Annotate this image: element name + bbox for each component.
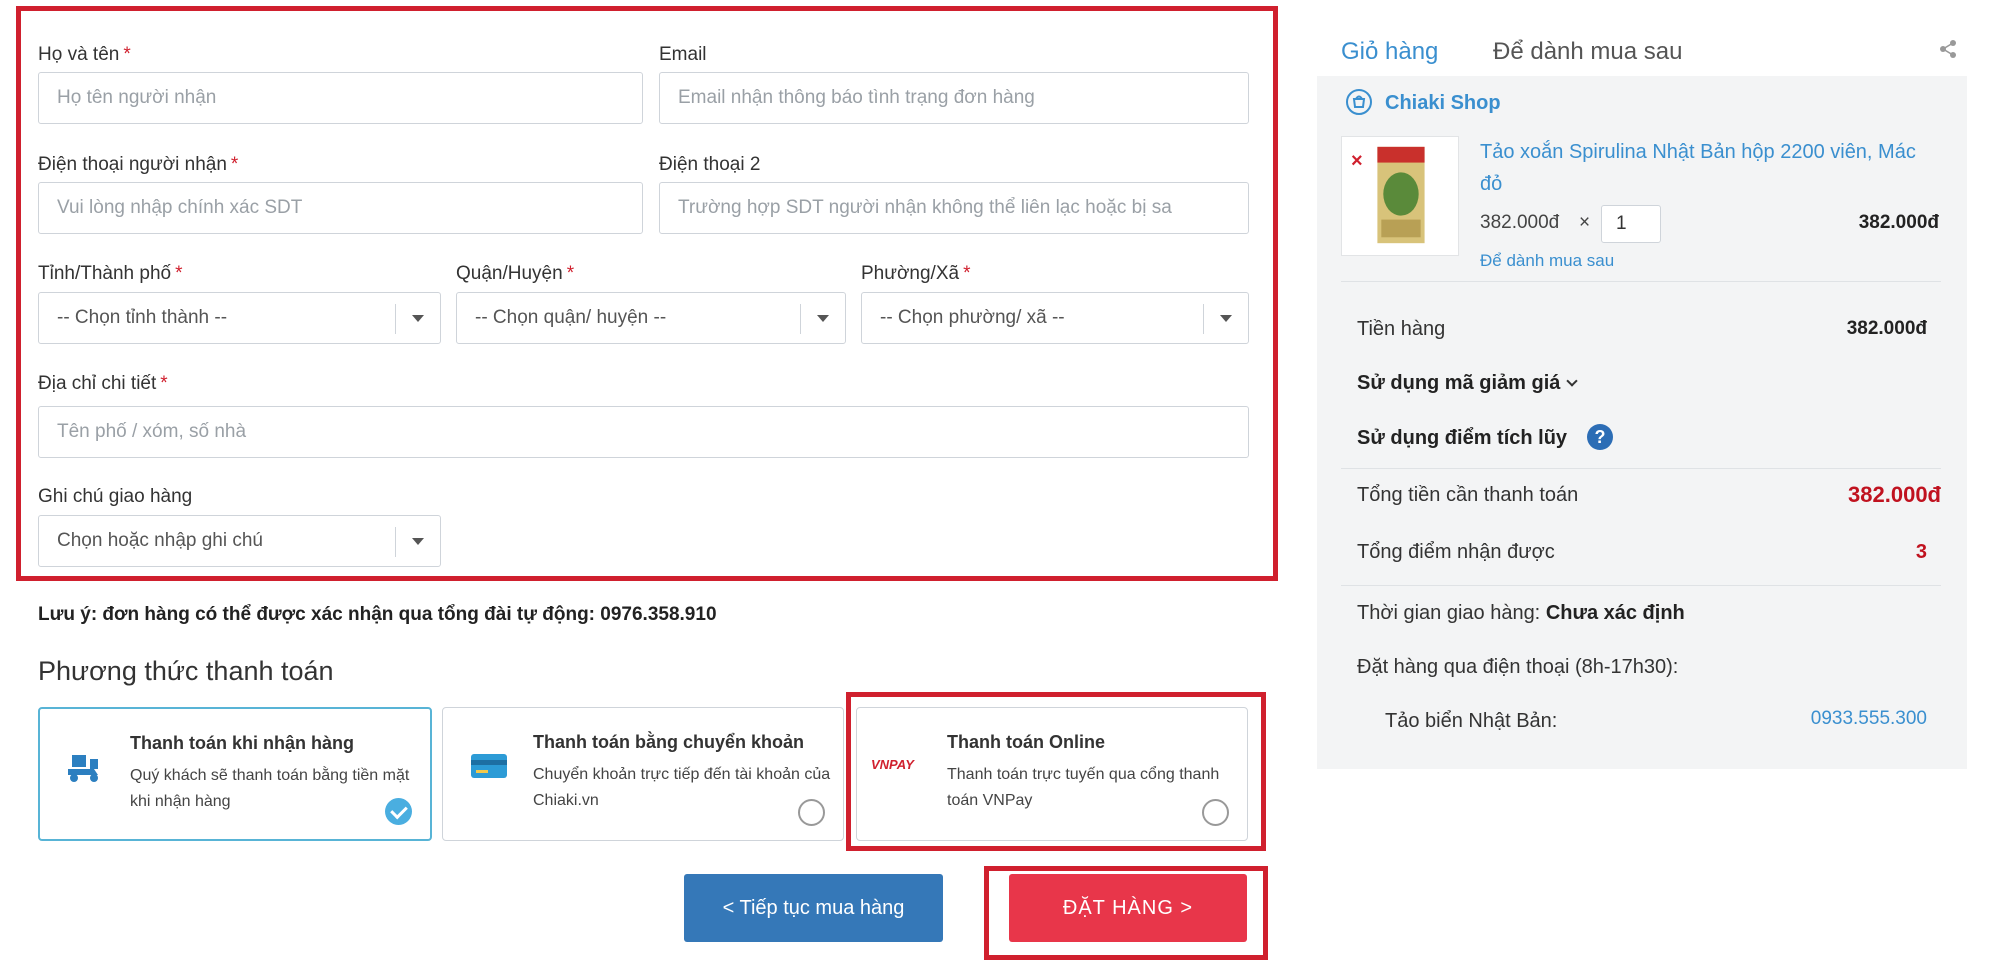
phone2-placeholder: Trường hợp SDT người nhận không thể liên… — [678, 197, 1172, 218]
payment-option-title: Thanh toán khi nhận hàng — [130, 733, 354, 753]
district-select[interactable]: -- Chọn quận/ huyện -- — [456, 292, 846, 344]
continue-shopping-button[interactable]: < Tiếp tục mua hàng — [684, 874, 943, 942]
select-divider — [800, 304, 801, 334]
place-order-button[interactable]: ĐẶT HÀNG > — [1009, 874, 1247, 942]
phone-placeholder: Vui lòng nhập chính xác SDT — [57, 197, 303, 218]
email-input[interactable]: Email nhận thông báo tình trạng đơn hàng — [659, 72, 1249, 124]
save-for-later-link[interactable]: Để dành mua sau — [1480, 251, 1614, 271]
subtotal-value: 382.000đ — [1846, 318, 1927, 339]
total-value: 382.000đ — [1848, 482, 1941, 507]
divider — [1341, 585, 1941, 586]
delivery-time-label: Thời gian giao hàng: — [1357, 602, 1541, 624]
radio-unchecked-icon[interactable] — [798, 799, 825, 826]
chevron-down-icon — [1220, 315, 1232, 322]
phone-input[interactable]: Vui lòng nhập chính xác SDT — [38, 182, 643, 234]
email-placeholder: Email nhận thông báo tình trạng đơn hàng — [678, 87, 1035, 108]
district-label: Quận/Huyện * — [456, 263, 575, 284]
phone-order-label: Đặt hàng qua điện thoại (8h-17h30): — [1357, 656, 1679, 678]
select-divider — [395, 304, 396, 334]
payment-method-title: Phương thức thanh toán — [38, 656, 334, 686]
phone-label: Điện thoại người nhận * — [38, 154, 239, 175]
radio-checked-icon[interactable] — [385, 798, 412, 825]
multiply-sign: × — [1579, 212, 1591, 233]
city-select[interactable]: -- Chọn tỉnh thành -- — [38, 292, 441, 344]
ward-select[interactable]: -- Chọn phường/ xã -- — [861, 292, 1249, 344]
fullname-placeholder: Họ tên người nhận — [57, 87, 217, 108]
email-label: Email — [659, 44, 707, 65]
order-confirmation-note: Lưu ý: đơn hàng có thể được xác nhận qua… — [38, 604, 717, 625]
phone-order-number[interactable]: 0933.555.300 — [1811, 708, 1927, 730]
quantity-input[interactable]: 1 — [1601, 205, 1661, 243]
chevron-down-icon — [412, 538, 424, 545]
address-input[interactable]: Tên phố / xóm, số nhà — [38, 406, 1249, 458]
city-select-value: -- Chọn tỉnh thành -- — [57, 307, 228, 328]
product-name-link[interactable]: Tảo xoắn Spirulina Nhật Bản hộp 2200 viê… — [1480, 136, 1920, 200]
address-label: Địa chỉ chi tiết * — [38, 373, 168, 394]
loyalty-points-label[interactable]: Sử dụng điểm tích lũy — [1357, 427, 1567, 450]
help-icon[interactable]: ? — [1587, 424, 1613, 450]
divider — [1341, 281, 1941, 282]
payment-option-desc: Chuyển khoản trực tiếp đến tài khoản của… — [533, 766, 831, 809]
ward-select-value: -- Chọn phường/ xã -- — [880, 307, 1065, 328]
city-label: Tỉnh/Thành phố * — [38, 263, 183, 284]
delivery-note-select[interactable]: Chọn hoặc nhập ghi chú — [38, 515, 441, 567]
tab-save-for-later[interactable]: Để dành mua sau — [1493, 38, 1682, 66]
earned-points-value: 3 — [1915, 541, 1927, 563]
delivery-time-value: Chưa xác định — [1545, 602, 1685, 624]
chevron-down-icon — [817, 315, 829, 322]
bank-card-icon — [471, 754, 507, 778]
delivery-time: Thời gian giao hàng: Chưa xác định — [1357, 602, 1685, 625]
vnpay-option-highlight — [846, 692, 1266, 851]
phone-order-product: Tảo biển Nhật Bản: — [1385, 710, 1558, 732]
payment-option-title: Thanh toán bằng chuyển khoản — [533, 732, 805, 752]
phone2-label: Điện thoại 2 — [659, 154, 761, 175]
share-icon[interactable] — [1937, 38, 1959, 60]
payment-option-bank-transfer[interactable]: Thanh toán bằng chuyển khoản Chuyển khoả… — [442, 707, 844, 841]
remove-item-icon[interactable]: × — [1351, 150, 1363, 173]
chevron-down-icon — [1566, 375, 1579, 387]
delivery-note-value: Chọn hoặc nhập ghi chú — [57, 530, 263, 551]
subtotal-label: Tiền hàng — [1357, 318, 1446, 340]
cart-sidebar: Giỏ hàng Để dành mua sau Chiaki Shop × T… — [1317, 28, 1967, 769]
tab-cart[interactable]: Giỏ hàng — [1341, 38, 1438, 66]
cart-tabs: Giỏ hàng Để dành mua sau — [1317, 28, 1967, 76]
earned-points-label: Tổng điểm nhận được — [1357, 541, 1555, 563]
payment-option-cod[interactable]: Thanh toán khi nhận hàng Quý khách sẽ th… — [38, 707, 432, 841]
discount-code-toggle[interactable]: Sử dụng mã giảm giá — [1357, 372, 1579, 395]
fullname-label: Họ và tên * — [38, 44, 131, 65]
delivery-note-label: Ghi chú giao hàng — [38, 486, 193, 507]
address-placeholder: Tên phố / xóm, số nhà — [57, 421, 247, 442]
divider — [1341, 468, 1941, 469]
delivery-scooter-icon — [68, 755, 98, 782]
shop-icon — [1346, 89, 1372, 115]
quantity-value: 1 — [1616, 213, 1627, 234]
fullname-input[interactable]: Họ tên người nhận — [38, 72, 643, 124]
product-unit-price: 382.000đ — [1480, 212, 1560, 233]
total-label: Tổng tiền cần thanh toán — [1357, 484, 1579, 506]
ward-label: Phường/Xã * — [861, 263, 971, 284]
select-divider — [1203, 304, 1204, 334]
line-total: 382.000đ — [1858, 212, 1939, 233]
discount-code-label: Sử dụng mã giảm giá — [1357, 372, 1561, 394]
chevron-down-icon — [412, 315, 424, 322]
shop-name[interactable]: Chiaki Shop — [1385, 92, 1501, 115]
phone2-input[interactable]: Trường hợp SDT người nhận không thể liên… — [659, 182, 1249, 234]
select-divider — [395, 527, 396, 557]
district-select-value: -- Chọn quận/ huyện -- — [475, 307, 667, 328]
